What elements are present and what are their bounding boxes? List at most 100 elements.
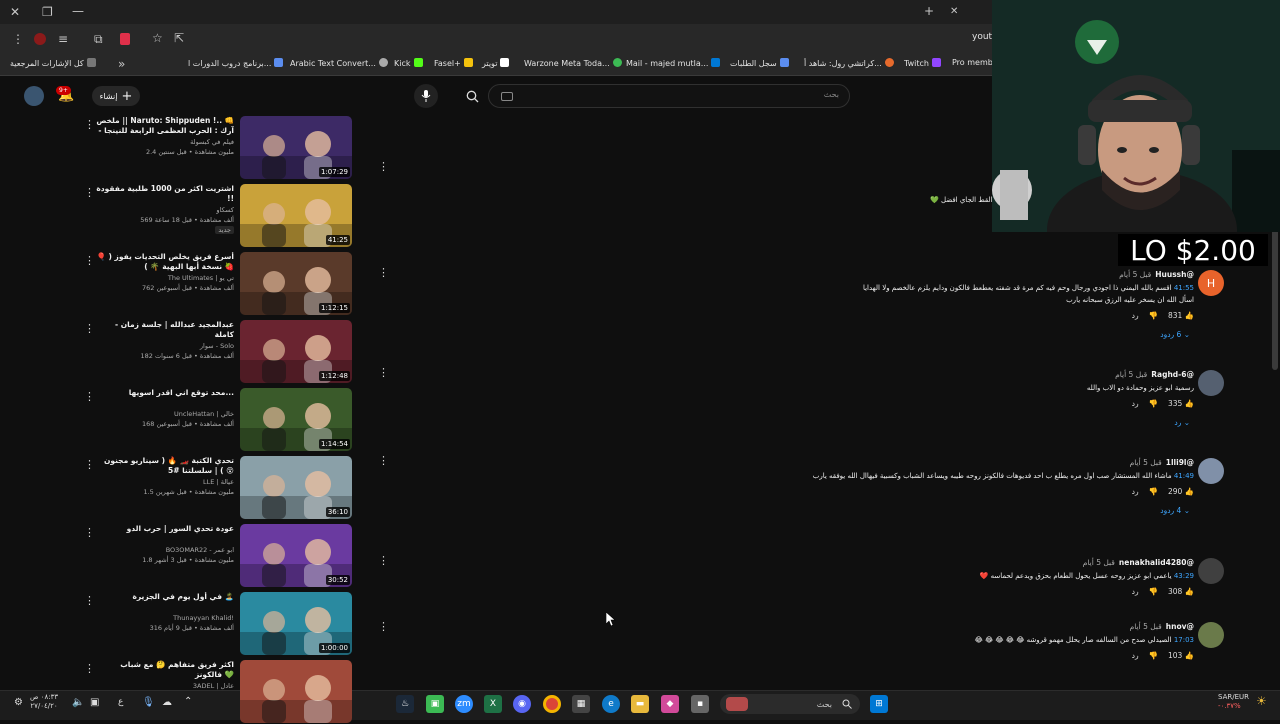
video-title[interactable]: اشتريت اكثر من 1000 طلبية مفقودة !! [96, 184, 234, 204]
reply-button[interactable]: رد [1132, 587, 1139, 596]
show-replies-button[interactable]: ⌄ 6 ردود [764, 330, 1194, 339]
more-options-icon[interactable]: ⋮ [84, 594, 95, 607]
more-options-icon[interactable]: ⋮ [84, 390, 95, 403]
video-title[interactable]: تحدي الكتبة 🏎️ 🔥 ( سيناريو مجنون 😵 ) | س… [96, 456, 234, 476]
menu-kebab-icon[interactable]: ⋮ [12, 32, 24, 46]
comment-time[interactable]: قبل 5 أيام [1119, 270, 1151, 279]
show-replies-button[interactable]: ⌄ رد [764, 418, 1194, 427]
dislike-icon[interactable]: 👎 [1149, 587, 1158, 596]
taskbar-search[interactable]: بحث [720, 694, 860, 714]
share-icon[interactable]: ⇱ [174, 31, 184, 45]
video-item[interactable]: ⋮ في أول يوم في الجزيرة 🏝️ Thunayyan Khali… [80, 592, 355, 656]
extensions-puzzle-icon[interactable]: ⧉ [94, 32, 103, 46]
video-thumbnail[interactable]: 36:10 [240, 456, 352, 519]
avatar[interactable] [24, 86, 44, 106]
reply-button[interactable]: رد [1132, 487, 1139, 496]
voice-search-button[interactable] [414, 84, 438, 108]
video-thumbnail[interactable]: 1:00:00 [240, 592, 352, 655]
close-tab-icon[interactable]: ✕ [950, 5, 958, 19]
video-timestamp-link[interactable]: 41:55 [1174, 284, 1194, 292]
more-options-icon[interactable]: ⋮ [84, 662, 95, 675]
video-channel[interactable]: BO3OMAR22 - ابو عمر [96, 546, 234, 554]
video-thumbnail[interactable]: 30:52 [240, 524, 352, 587]
video-title[interactable]: أسرع فريق يخلص التحديات يفوز ( 🎈 🍓 نسخة … [96, 252, 234, 272]
like-button[interactable]: 👍 831 [1168, 311, 1194, 320]
discord-icon[interactable]: ◉ [513, 695, 531, 713]
bookmark-all[interactable]: كل الإشارات المرجعية [10, 58, 99, 68]
video-title[interactable]: عودة تحدي السور | حرب الدو [96, 524, 234, 534]
video-channel[interactable]: LLE | عيالة [96, 478, 234, 486]
bookmark-item[interactable]: Mail - majed mutla... [626, 58, 723, 68]
bookmark-item[interactable]: Warzone Meta Toda... [524, 58, 625, 68]
video-item[interactable]: ⋮ عودة تحدي السور | حرب الدو BO3OMAR22 - ا… [80, 524, 355, 588]
more-options-icon[interactable]: ⋮ [378, 366, 389, 379]
video-title[interactable]: محد توقع اني اقدر اسويها... [96, 388, 234, 398]
dislike-icon[interactable]: 👎 [1149, 487, 1158, 496]
more-options-icon[interactable]: ⋮ [378, 266, 389, 279]
video-item[interactable]: ⋮ محد توقع اني اقدر اسويها... UncleHattan … [80, 388, 355, 452]
more-options-icon[interactable]: ⋮ [378, 454, 389, 467]
close-window-icon[interactable]: ✕ [10, 5, 20, 19]
avatar[interactable]: H [1198, 270, 1224, 296]
adblock-icon[interactable] [120, 33, 130, 45]
comment-author[interactable]: @nenakhalid4280 [1119, 558, 1194, 567]
weather-icon[interactable]: ☀ [1256, 694, 1267, 708]
avatar[interactable] [1198, 458, 1224, 484]
more-options-icon[interactable]: ⋮ [378, 620, 389, 633]
dislike-icon[interactable]: 👎 [1149, 311, 1158, 320]
chevron-left-icon[interactable]: » [118, 57, 125, 71]
avatar[interactable] [1198, 558, 1224, 584]
reply-button[interactable]: رد [1132, 651, 1139, 660]
restore-window-icon[interactable]: ❐ [42, 5, 53, 19]
extension-icon[interactable] [34, 33, 46, 45]
video-item[interactable]: ⋮ اكثر فريق متفاهم 🤔 مع شباب فالكونز 💚 3AD… [80, 660, 355, 724]
video-item[interactable]: ⋮ اشتريت اكثر من 1000 طلبية مفقودة !! كسكا… [80, 184, 355, 248]
video-title[interactable]: في أول يوم في الجزيرة 🏝️ [96, 592, 234, 602]
video-channel[interactable]: سوار - Solo [96, 342, 234, 350]
video-thumbnail[interactable]: 1:14:54 [240, 388, 352, 451]
more-options-icon[interactable]: ⋮ [84, 118, 95, 131]
new-tab-icon[interactable]: + [924, 4, 934, 18]
create-button[interactable]: إنشاء + [92, 86, 140, 106]
folder-icon[interactable]: ▬ [631, 695, 649, 713]
dislike-icon[interactable]: 👎 [1149, 651, 1158, 660]
like-button[interactable]: 👍 290 [1168, 487, 1194, 496]
video-title[interactable]: عبدالمجيد عبدالله | جلسة زمان - كاملة [96, 320, 234, 340]
bookmark-item[interactable]: Twitch [904, 58, 944, 68]
comment-author[interactable]: @1lli9l [1166, 458, 1194, 467]
avatar[interactable] [1198, 622, 1224, 648]
keyboard-icon[interactable] [501, 92, 513, 101]
video-thumbnail[interactable]: 1:12:15 [240, 252, 352, 315]
video-item[interactable]: ⋮ أسرع فريق يخلص التحديات يفوز ( 🎈 🍓 نسخة… [80, 252, 355, 316]
more-options-icon[interactable]: ⋮ [378, 160, 389, 173]
comment-author[interactable]: @hnov [1166, 622, 1194, 631]
video-channel[interactable]: The Ultimates | تي يو [96, 274, 234, 282]
comment-time[interactable]: قبل 5 أيام [1083, 558, 1115, 567]
video-channel[interactable]: Thunayyan Khalid! [96, 614, 234, 622]
bookmark-item[interactable]: كراتشي رول: شاهد أ... [804, 58, 897, 68]
video-item[interactable]: ⋮ عبدالمجيد عبدالله | جلسة زمان - كاملة سو… [80, 320, 355, 384]
more-options-icon[interactable]: ⋮ [84, 526, 95, 539]
video-thumbnail[interactable]: 41:25 [240, 184, 352, 247]
search-input[interactable]: بحث [488, 84, 850, 108]
dislike-icon[interactable]: 👎 [1149, 399, 1158, 408]
like-button[interactable]: 👍 103 [1168, 651, 1194, 660]
steam-icon[interactable]: ♨ [396, 695, 414, 713]
video-channel[interactable]: كسكاو [96, 206, 234, 214]
edge-icon[interactable]: e [602, 695, 620, 713]
chrome-icon[interactable] [543, 695, 561, 713]
bookmark-star-icon[interactable]: ☆ [152, 31, 163, 45]
show-replies-button[interactable]: ⌄ 4 ردود [764, 506, 1194, 515]
more-options-icon[interactable]: ⋮ [84, 254, 95, 267]
bookmark-item[interactable]: Kick [394, 58, 426, 68]
video-channel[interactable]: 3ADEL | عادل [96, 682, 234, 690]
video-title[interactable]: اكثر فريق متفاهم 🤔 مع شباب فالكونز 💚 [96, 660, 234, 680]
more-options-icon[interactable]: ⋮ [84, 186, 95, 199]
windows-start-icon[interactable]: ⊞ [870, 695, 888, 713]
store-icon[interactable]: ▦ [572, 695, 590, 713]
comment-time[interactable]: قبل 5 أيام [1130, 622, 1162, 631]
video-channel[interactable]: UncleHattan | خالي [96, 410, 234, 418]
video-thumbnail[interactable] [240, 660, 352, 723]
bookmark-item[interactable]: Fasel+ [434, 58, 476, 68]
video-channel[interactable]: فيلم في كبسولة [96, 138, 234, 146]
